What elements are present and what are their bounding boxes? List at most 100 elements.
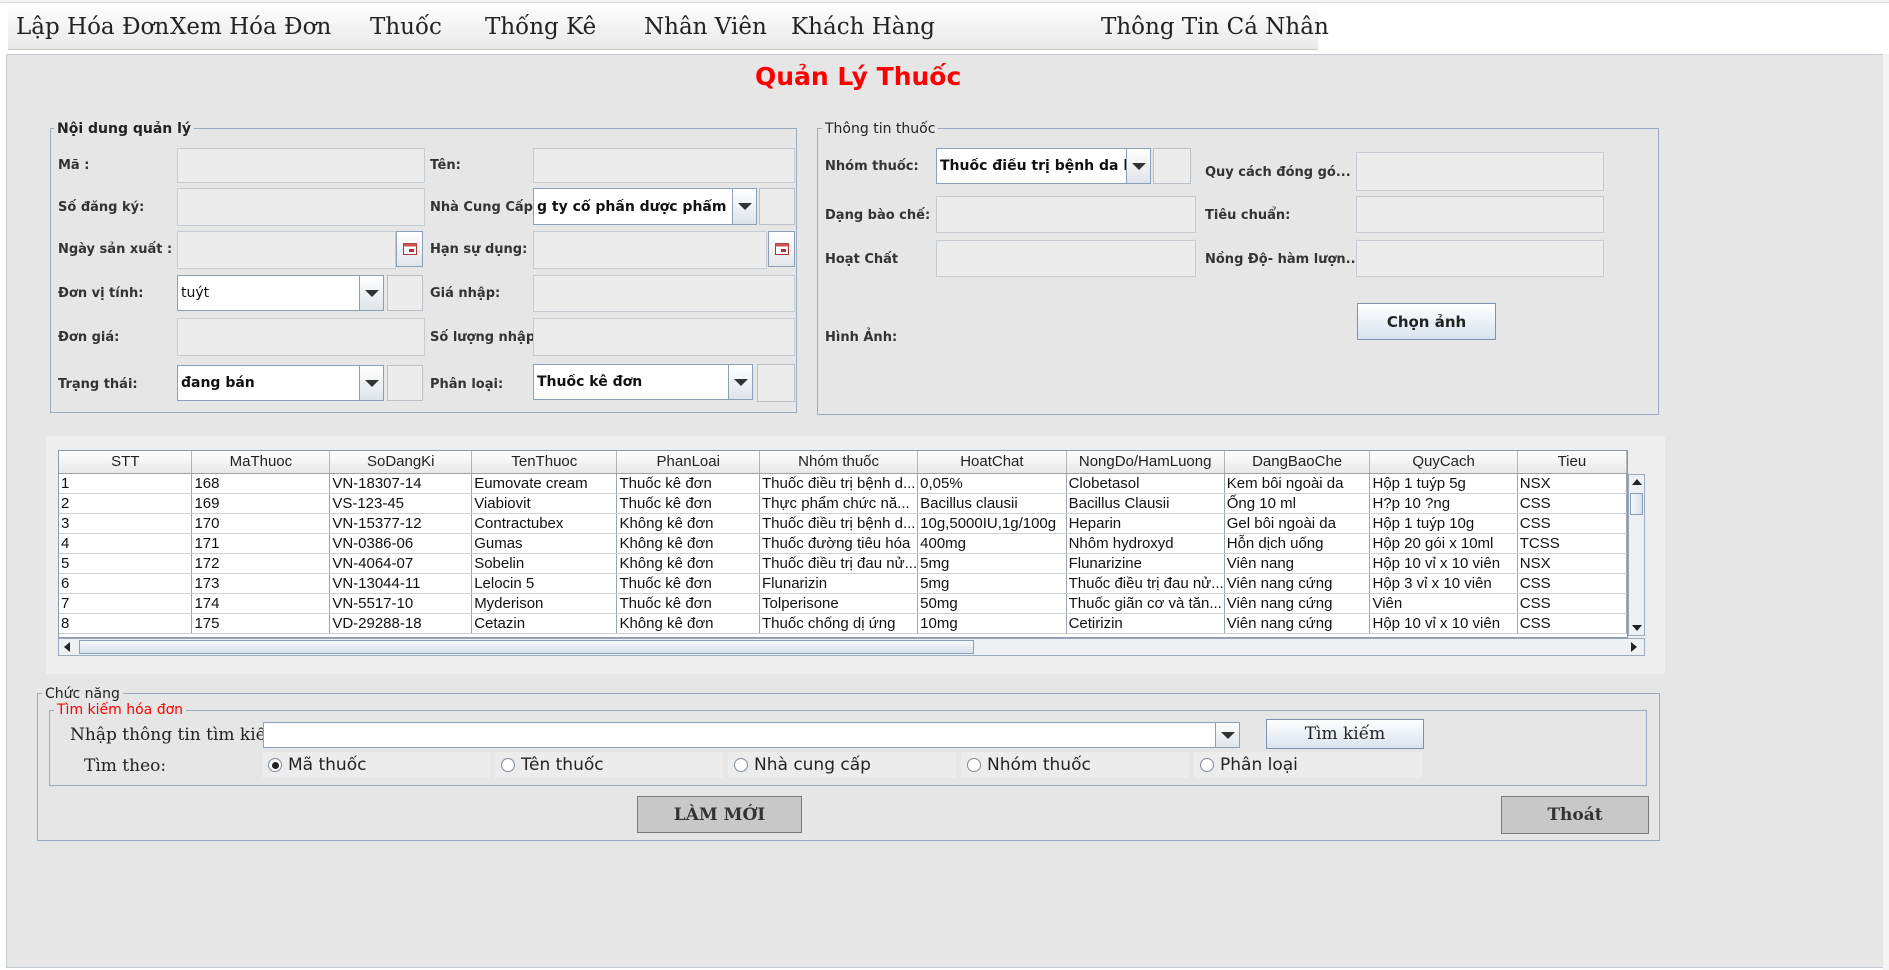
- menu-xem-hoa-don[interactable]: Xem Hóa Đơn: [170, 14, 331, 40]
- scroll-up-arrow-icon[interactable]: [1632, 479, 1642, 485]
- table-cell[interactable]: CSS: [1517, 613, 1627, 634]
- table-row[interactable]: 5 172 VN-4064-07 Sobelin Không kê đơn Thuốc đ…: [59, 553, 1627, 574]
- radio-button-icon[interactable]: [967, 758, 981, 772]
- table-cell[interactable]: 5mg: [917, 573, 1067, 594]
- table-cell[interactable]: 400mg: [917, 533, 1067, 554]
- table-cell[interactable]: Thực phẩm chức nă...: [759, 493, 919, 514]
- table-cell[interactable]: 175: [191, 613, 331, 634]
- table-cell[interactable]: VD-29288-18: [329, 613, 473, 634]
- chevron-down-icon[interactable]: [1126, 149, 1150, 183]
- table-cell[interactable]: CSS: [1517, 593, 1627, 614]
- table-cell[interactable]: Không kê đơn: [616, 533, 761, 554]
- table-cell[interactable]: Bacillus clausii: [917, 493, 1067, 514]
- search-input[interactable]: [263, 722, 1240, 748]
- radio-button-icon[interactable]: [501, 758, 515, 772]
- column-header-stt[interactable]: STT: [59, 451, 193, 474]
- nong-do-field[interactable]: [1356, 240, 1604, 277]
- table-cell[interactable]: Không kê đơn: [616, 553, 761, 574]
- table-cell[interactable]: Thuốc kê đơn: [616, 473, 761, 494]
- table-row[interactable]: 4 171 VN-0386-06 Gumas Không kê đơn Thuốc đườ…: [59, 533, 1627, 554]
- table-cell[interactable]: Gumas: [471, 533, 618, 554]
- table-cell[interactable]: Flunarizine: [1066, 553, 1225, 574]
- trang-thai-combo[interactable]: đang bán: [177, 365, 384, 401]
- table-cell[interactable]: CSS: [1517, 493, 1627, 514]
- table-cell[interactable]: NSX: [1517, 553, 1627, 574]
- table-cell[interactable]: 169: [191, 493, 331, 514]
- table-cell[interactable]: Viabiovit: [471, 493, 618, 514]
- exit-button[interactable]: Thoát: [1501, 796, 1649, 834]
- trang-thai-add-box[interactable]: [387, 365, 423, 401]
- table-cell[interactable]: Hộp 20 gói x 10ml: [1369, 533, 1518, 554]
- scroll-down-arrow-icon[interactable]: [1632, 625, 1642, 631]
- don-vi-tinh-combo[interactable]: tuýt: [177, 275, 384, 311]
- nha-cung-cap-combo[interactable]: g ty cổ phần dược phẩm 32: [533, 188, 757, 225]
- chevron-down-icon[interactable]: [359, 276, 383, 310]
- table-cell[interactable]: 170: [191, 513, 331, 534]
- table-cell[interactable]: 5: [59, 553, 193, 574]
- table-cell[interactable]: VN-0386-06: [329, 533, 473, 554]
- column-header-tieuchuan[interactable]: Tieu: [1517, 451, 1627, 474]
- hoat-chat-field[interactable]: [936, 240, 1196, 277]
- table-cell[interactable]: Ống 10 ml: [1224, 493, 1371, 514]
- table-cell[interactable]: 174: [191, 593, 331, 614]
- table-cell[interactable]: Hộp 3 vỉ x 10 viên: [1369, 573, 1518, 594]
- table-cell[interactable]: Viên: [1369, 593, 1518, 614]
- table-row[interactable]: 3 170 VN-15377-12 Contractubex Không kê đơn T…: [59, 513, 1627, 534]
- scroll-right-arrow-icon[interactable]: [1631, 642, 1637, 652]
- radio-button-icon[interactable]: [1200, 758, 1214, 772]
- table-cell[interactable]: Hỗn dịch uống: [1224, 533, 1371, 554]
- ngay-san-xuat-field[interactable]: [177, 231, 396, 269]
- table-cell[interactable]: 3: [59, 513, 193, 534]
- table-cell[interactable]: Kem bôi ngoài da: [1224, 473, 1371, 494]
- table-cell[interactable]: Thuốc điều trị đau nử...: [759, 553, 919, 574]
- table-cell[interactable]: Không kê đơn: [616, 613, 761, 634]
- table-cell[interactable]: 0,05%: [917, 473, 1067, 494]
- table-cell[interactable]: 7: [59, 593, 193, 614]
- table-cell[interactable]: Hộp 1 tuýp 5g: [1369, 473, 1518, 494]
- chevron-down-icon[interactable]: [732, 189, 756, 224]
- table-horizontal-scrollbar[interactable]: [58, 638, 1645, 656]
- don-vi-tinh-add-box[interactable]: [387, 275, 423, 311]
- table-cell[interactable]: Nhôm hydroxyd: [1066, 533, 1225, 554]
- table-cell[interactable]: 171: [191, 533, 331, 554]
- menu-thuoc[interactable]: Thuốc: [370, 14, 442, 40]
- table-cell[interactable]: Thuốc điều trị bệnh d...: [759, 513, 919, 534]
- table-cell[interactable]: Eumovate cream: [471, 473, 618, 494]
- table-cell[interactable]: 168: [191, 473, 331, 494]
- radio-nhom-thuoc[interactable]: Nhóm thuốc: [961, 752, 1189, 778]
- phan-loai-add-box[interactable]: [757, 364, 795, 402]
- horizontal-scroll-thumb[interactable]: [79, 640, 974, 654]
- table-cell[interactable]: Thuốc đường tiêu hóa: [759, 533, 919, 554]
- table-cell[interactable]: Thuốc giãn cơ và tăn...: [1066, 593, 1225, 614]
- table-cell[interactable]: VN-15377-12: [329, 513, 473, 534]
- table-cell[interactable]: 10g,5000IU,1g/100g: [917, 513, 1067, 534]
- column-header-dangbaoche[interactable]: DangBaoChe: [1224, 451, 1371, 474]
- table-cell[interactable]: Thuốc kê đơn: [616, 593, 761, 614]
- table-cell[interactable]: 50mg: [917, 593, 1067, 614]
- radio-button-icon[interactable]: [734, 758, 748, 772]
- don-gia-field[interactable]: [177, 318, 425, 356]
- table-row[interactable]: 7 174 VN-5517-10 Myderison Thuốc kê đơn Tolpe…: [59, 593, 1627, 614]
- column-header-phanloai[interactable]: PhanLoai: [616, 451, 761, 474]
- table-vertical-scrollbar[interactable]: [1628, 474, 1645, 636]
- radio-ma-thuoc[interactable]: Mã thuốc: [262, 752, 490, 778]
- refresh-button[interactable]: LÀM MỚI: [637, 796, 802, 833]
- column-header-nhom-thuoc[interactable]: Nhóm thuốc: [759, 451, 919, 474]
- table-cell[interactable]: Thuốc kê đơn: [616, 573, 761, 594]
- menu-khach-hang[interactable]: Khách Hàng: [791, 14, 935, 40]
- table-cell[interactable]: 173: [191, 573, 331, 594]
- table-cell[interactable]: Cetazin: [471, 613, 618, 634]
- table-cell[interactable]: Không kê đơn: [616, 513, 761, 534]
- radio-phan-loai[interactable]: Phân loại: [1194, 752, 1422, 778]
- han-su-dung-calendar-button[interactable]: [768, 231, 795, 267]
- vertical-scroll-thumb[interactable]: [1630, 493, 1643, 515]
- table-cell[interactable]: TCSS: [1517, 533, 1627, 554]
- table-cell[interactable]: VN-18307-14: [329, 473, 473, 494]
- nhom-thuoc-add-box[interactable]: [1153, 148, 1191, 184]
- table-cell[interactable]: 5mg: [917, 553, 1067, 574]
- table-cell[interactable]: VS-123-45: [329, 493, 473, 514]
- table-cell[interactable]: Hộp 1 tuýp 10g: [1369, 513, 1518, 534]
- table-cell[interactable]: Thuốc kê đơn: [616, 493, 761, 514]
- table-cell[interactable]: NSX: [1517, 473, 1627, 494]
- table-cell[interactable]: Myderison: [471, 593, 618, 614]
